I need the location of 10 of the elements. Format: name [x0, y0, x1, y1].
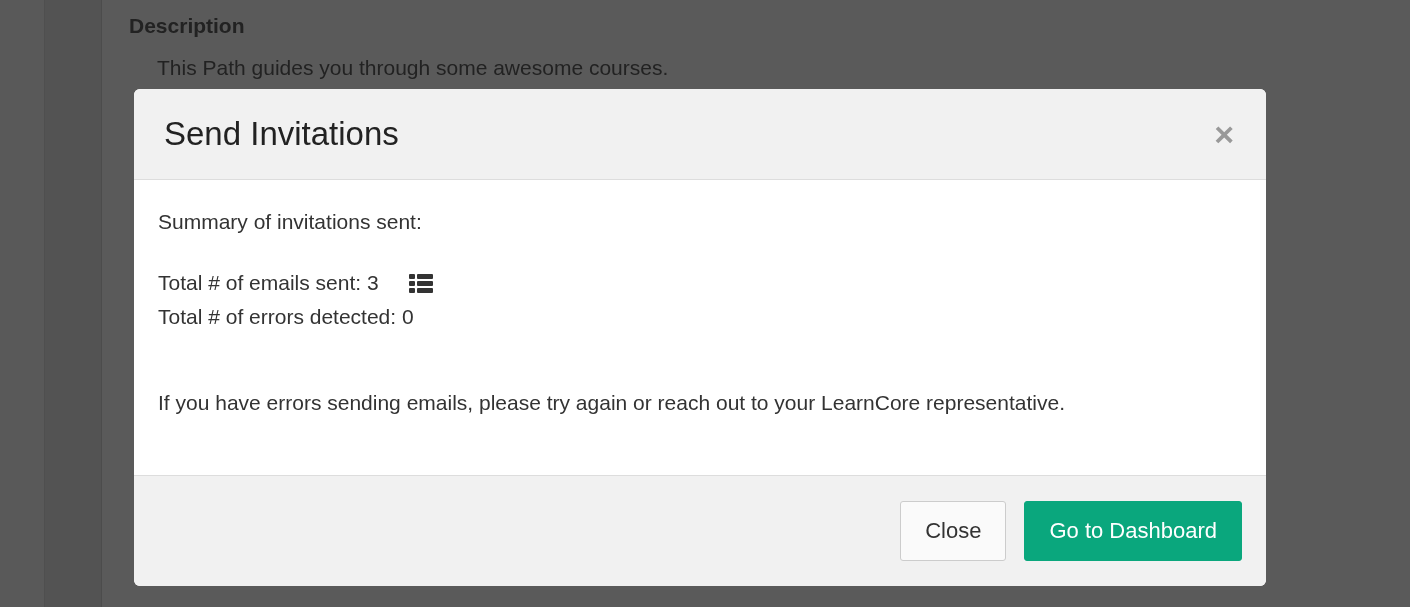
- list-icon[interactable]: [408, 273, 433, 293]
- section-heading: Description: [129, 14, 246, 38]
- description-text: This Path guides you through some awesome courses.: [157, 56, 670, 80]
- stat-text: Total # of emails sent: 3: [158, 270, 379, 296]
- dashboard-button[interactable]: Go to Dashboard: [1024, 501, 1242, 561]
- info-text: If you have errors sending emails, please try again or reach out to your LearnCore representative.: [158, 390, 1066, 416]
- summary-text: Summary of invitations sent:: [158, 210, 423, 234]
- close-button[interactable]: Close: [900, 501, 1007, 561]
- stat-text: Total # of errors detected: 0: [158, 304, 414, 330]
- dialog-title: Send Invitations: [164, 115, 399, 153]
